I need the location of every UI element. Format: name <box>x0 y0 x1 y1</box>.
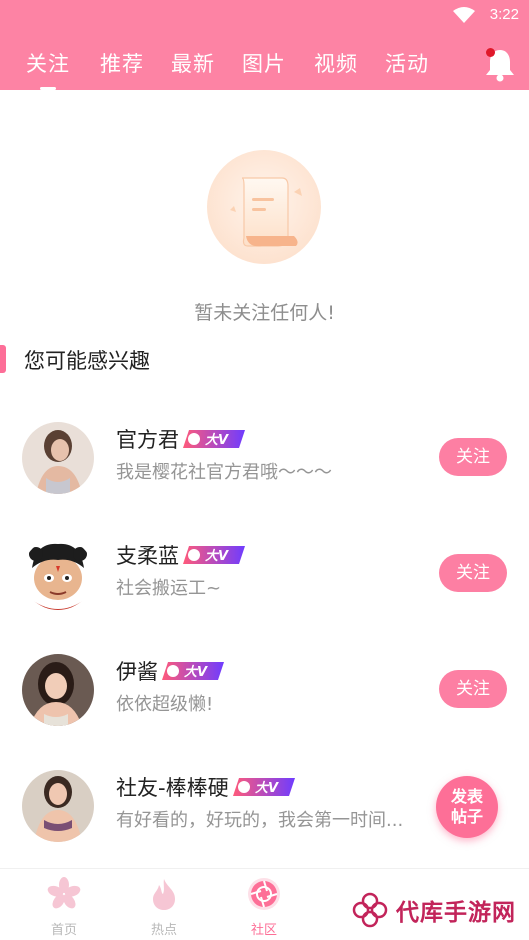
big-v-badge-icon: 大V <box>162 662 224 680</box>
nav-home[interactable]: 首页 <box>34 877 94 938</box>
nav-hot-label: 热点 <box>150 923 177 938</box>
big-v-badge-icon: 大V <box>183 430 245 448</box>
badge-text: 大V <box>184 664 208 680</box>
user-name: 社友-棒棒硬 大V <box>116 772 297 802</box>
user-name-text: 官方君 <box>116 428 179 452</box>
watermark: 代库手游网 <box>350 890 516 930</box>
status-time: 3:22 <box>489 6 519 23</box>
big-v-badge-icon: 大V <box>232 778 295 796</box>
user-name-text: 支柔蓝 <box>116 544 179 568</box>
badge-text: 大V <box>205 548 229 564</box>
notification-bell-icon[interactable] <box>483 46 517 82</box>
nav-community[interactable]: 社区 <box>234 877 294 938</box>
tab-latest[interactable]: 最新 <box>171 48 215 78</box>
create-post-line2: 帖子 <box>450 807 483 826</box>
watermark-text: 代库手游网 <box>396 900 516 926</box>
follow-button[interactable]: 关注 <box>439 670 507 708</box>
nav-hot[interactable]: 热点 <box>134 877 194 938</box>
user-name: 伊酱 大V <box>116 656 226 686</box>
user-description: 依依超级懒! <box>116 694 214 715</box>
nav-community-label: 社区 <box>250 923 277 938</box>
avatar[interactable] <box>22 770 94 842</box>
follow-button[interactable]: 关注 <box>439 554 507 592</box>
category-tabs: 关注 推荐 最新 图片 视频 活动 <box>0 48 470 90</box>
section-accent-bar <box>0 345 6 373</box>
aperture-community-icon <box>248 878 280 910</box>
tab-activities[interactable]: 活动 <box>385 48 429 78</box>
badge-text: 大V <box>255 780 279 796</box>
empty-document-icon <box>207 150 321 264</box>
create-post-line1: 发表 <box>450 787 483 806</box>
big-v-badge-icon: 大V <box>183 546 245 564</box>
user-description: 我是樱花社官方君哦～～～ <box>116 462 332 483</box>
list-item[interactable]: 伊酱 大V 依依超级懒! 关注 <box>0 654 529 764</box>
avatar[interactable] <box>22 422 94 494</box>
status-bar: 3:22 <box>0 0 529 30</box>
empty-state-message: 暂未关注任何人! <box>194 302 335 324</box>
user-description: 有好看的，好玩的，我会第一时间... <box>116 810 404 831</box>
tab-follow[interactable]: 关注 <box>26 48 70 90</box>
avatar[interactable] <box>22 654 94 726</box>
user-name-text: 伊酱 <box>116 660 158 684</box>
top-header: 3:22 关注 推荐 最新 图片 视频 活动 <box>0 0 529 90</box>
notification-dot <box>486 48 495 57</box>
list-item[interactable]: 官方君 大V 我是樱花社官方君哦～～～ 关注 <box>0 422 529 532</box>
nav-home-label: 首页 <box>50 923 77 938</box>
flame-icon <box>153 879 175 910</box>
tab-recommend[interactable]: 推荐 <box>100 48 144 78</box>
create-post-button[interactable]: 发表 帖子 <box>436 776 498 838</box>
user-name: 官方君 大V <box>116 424 247 454</box>
watermark-logo-icon <box>352 892 388 928</box>
list-item[interactable]: 支柔蓝 大V 社会搬运工~ 关注 <box>0 538 529 648</box>
user-name: 支柔蓝 大V <box>116 540 247 570</box>
sakura-home-icon <box>47 877 81 909</box>
user-description: 社会搬运工~ <box>116 578 222 599</box>
avatar[interactable] <box>22 538 94 610</box>
tab-pictures[interactable]: 图片 <box>242 48 286 78</box>
wifi-icon <box>453 7 475 23</box>
tab-videos[interactable]: 视频 <box>314 48 358 78</box>
section-title: 您可能感兴趣 <box>24 349 150 373</box>
user-name-text: 社友-棒棒硬 <box>116 776 229 800</box>
badge-text: 大V <box>205 432 229 448</box>
follow-button[interactable]: 关注 <box>439 438 507 476</box>
